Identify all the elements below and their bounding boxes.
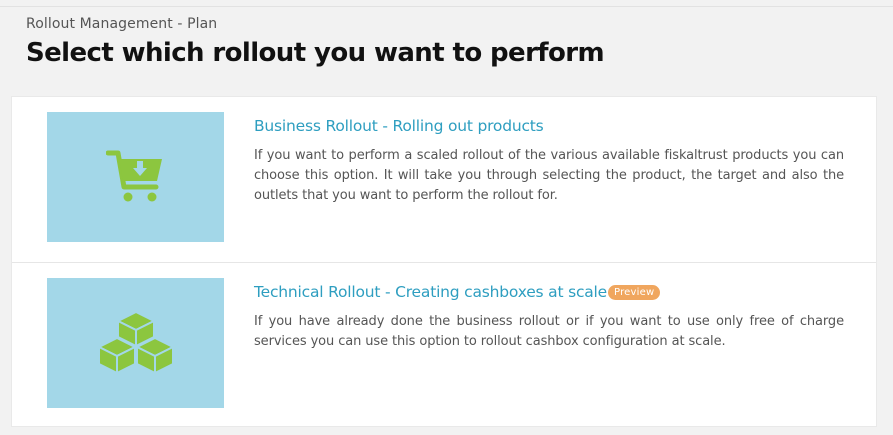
technical-rollout-title[interactable]: Technical Rollout - Creating cashboxes a… [254, 283, 607, 301]
breadcrumb: Rollout Management - Plan [26, 16, 218, 32]
preview-badge: Preview [608, 285, 661, 300]
technical-rollout-option[interactable]: Technical Rollout - Creating cashboxes a… [12, 263, 876, 427]
technical-rollout-title-row[interactable]: Technical Rollout - Creating cashboxes a… [254, 283, 661, 301]
business-rollout-thumbnail [47, 112, 224, 242]
top-divider [0, 6, 893, 7]
business-rollout-option[interactable]: Business Rollout - Rolling out products … [12, 97, 876, 263]
shopping-cart-icon [105, 150, 162, 202]
rollout-options-panel: Business Rollout - Rolling out products … [11, 96, 877, 427]
business-rollout-title[interactable]: Business Rollout - Rolling out products [254, 117, 544, 135]
page-title: Select which rollout you want to perform [26, 38, 605, 68]
technical-rollout-description: If you have already done the business ro… [254, 314, 844, 349]
technical-rollout-thumbnail [47, 278, 224, 408]
business-rollout-description: If you want to perform a scaled rollout … [254, 148, 844, 203]
boxes-icon [97, 311, 174, 374]
